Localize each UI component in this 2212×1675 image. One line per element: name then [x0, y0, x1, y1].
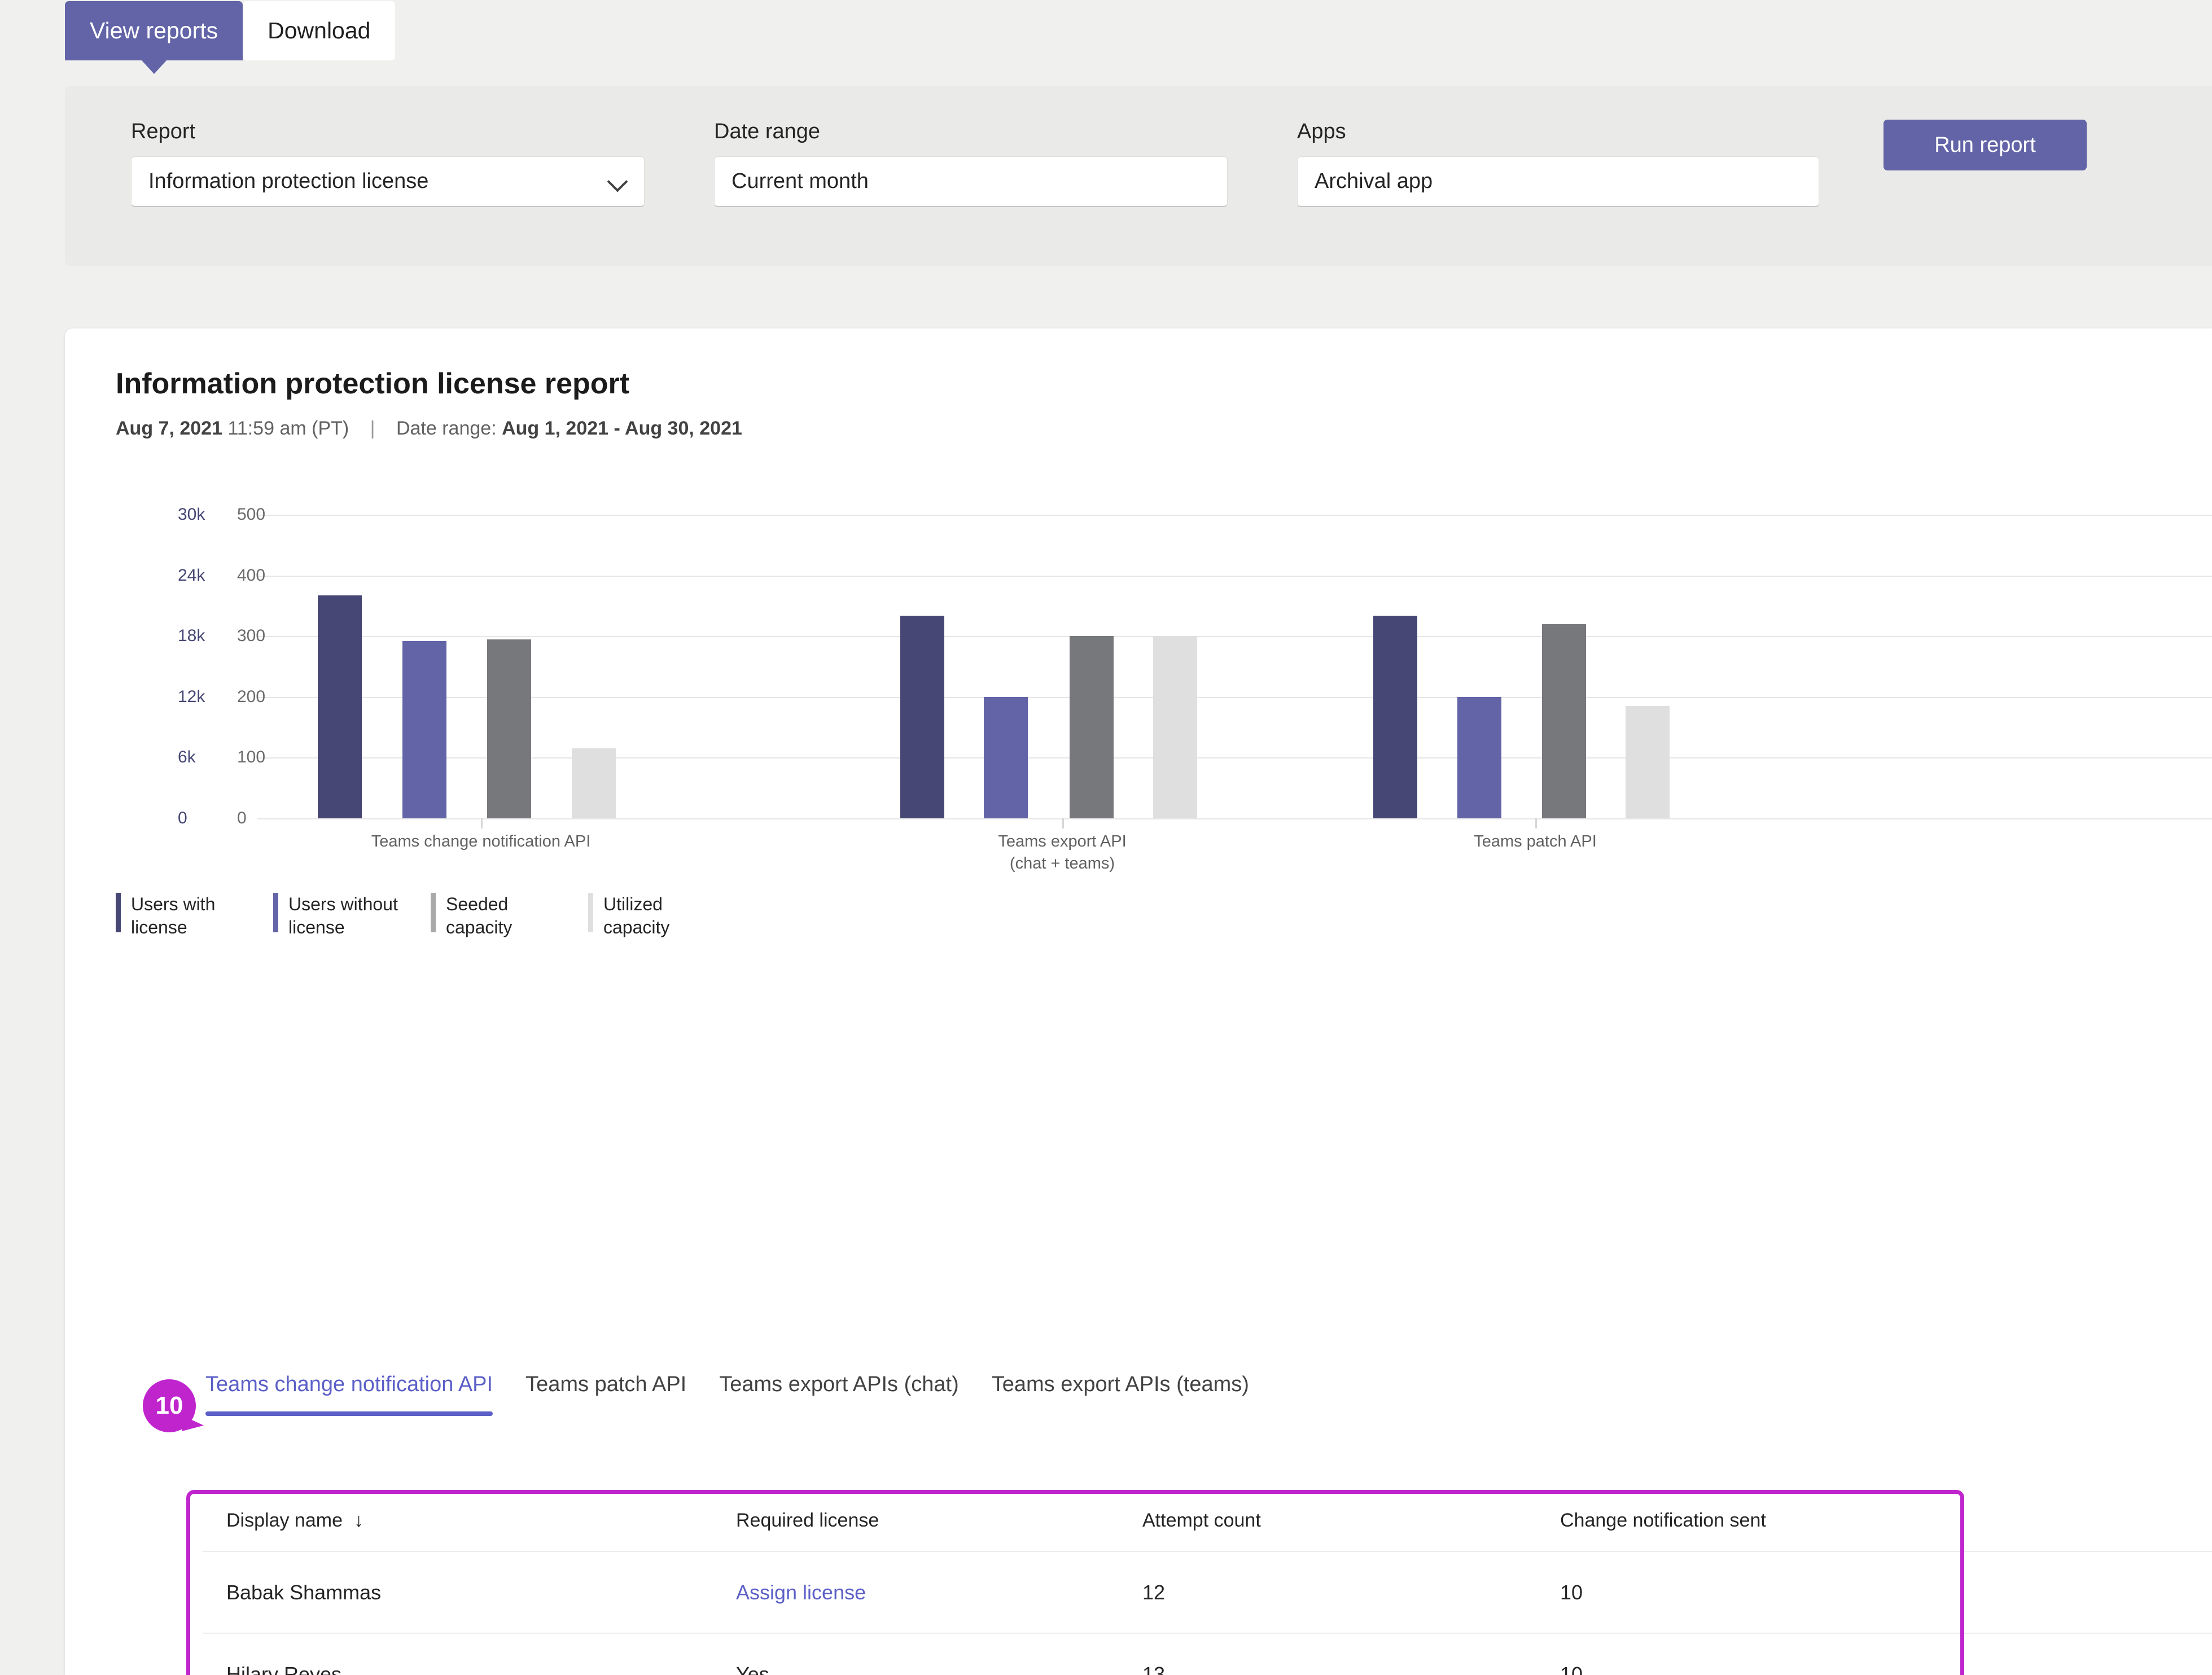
- apps-filter-label: Apps: [1297, 120, 1346, 143]
- legend-color-swatch: [116, 893, 121, 932]
- date-range-filter: Date range Current month: [714, 120, 1228, 207]
- report-date-range-value: Aug 1, 2021 - Aug 30, 2021: [502, 418, 742, 439]
- cell-change-notification-sent: 10: [1560, 1580, 1583, 1604]
- sort-ascending-icon: ↓: [353, 1509, 363, 1531]
- annotation-badge-10: 10: [143, 1379, 196, 1432]
- assign-license-link[interactable]: Assign license: [736, 1581, 866, 1604]
- chart-bar[interactable]: [572, 748, 616, 818]
- cell-required-license: Assign license: [736, 1581, 1142, 1604]
- date-range-filter-label: Date range: [714, 120, 821, 143]
- filter-bar: Report Information protection license Da…: [65, 86, 2212, 266]
- chart-bar[interactable]: [900, 616, 944, 818]
- column-header-attempt-count[interactable]: Attempt count: [1142, 1510, 1560, 1532]
- report-filter-label: Report: [131, 120, 196, 143]
- date-range-value: Current month: [732, 169, 869, 193]
- tab-download-label: Download: [268, 17, 371, 43]
- run-report-button[interactable]: Run report: [1884, 120, 2087, 170]
- chart-bar[interactable]: [1070, 636, 1114, 818]
- y-axis-left-tick: 18k: [178, 626, 205, 646]
- chart-bar[interactable]: [402, 641, 446, 818]
- table-row[interactable]: Babak Shammas Assign license 12 10: [203, 1552, 2212, 1634]
- cell-attempt-count: 13: [1142, 1662, 1166, 1675]
- page-title: Information protection license report: [116, 367, 630, 400]
- chart-bar[interactable]: [1542, 624, 1586, 818]
- license-status-value: Yes: [736, 1662, 769, 1675]
- chart-bar[interactable]: [984, 696, 1028, 818]
- report-date-range-label: Date range:: [396, 418, 497, 439]
- license-bar-chart: 0 0 6k 100 12k 200 18k 300 24k 400 30k 500 Teams ch…: [65, 505, 2212, 872]
- legend-item-label: Users with license: [131, 894, 216, 937]
- chart-bar[interactable]: [487, 639, 531, 818]
- legend-color-swatch: [273, 893, 278, 932]
- legend-color-swatch: [431, 893, 436, 932]
- y-axis-left-tick: 0: [178, 809, 187, 827]
- y-axis-left-tick: 30k: [178, 505, 205, 524]
- report-dropdown-value: Information protection license: [148, 169, 429, 193]
- cell-display-name: Babak Shammas: [226, 1580, 382, 1604]
- legend-item: Users with license: [116, 893, 247, 939]
- chevron-down-icon: [608, 172, 627, 191]
- x-axis-label: Teams change notification API: [371, 832, 591, 850]
- report-generated-date: Aug 7, 2021: [116, 418, 222, 439]
- apps-value: Archival app: [1315, 169, 1433, 193]
- chart-bar[interactable]: [318, 595, 362, 818]
- cell-display-name: Hilary Reyes: [226, 1662, 342, 1675]
- table-header-row: Display name ↓ Required license Attempt c…: [203, 1490, 2212, 1552]
- api-tab-3[interactable]: Teams export APIs (teams): [992, 1373, 1249, 1416]
- legend-item: Users without license: [273, 893, 404, 939]
- x-axis-tick-mark: [1535, 818, 1537, 828]
- column-header-required-license[interactable]: Required license: [736, 1510, 1142, 1532]
- apps-filter: Apps Archival app: [1297, 120, 1819, 207]
- apps-input[interactable]: Archival app: [1297, 156, 1819, 207]
- report-meta: Aug 7, 2021 11:59 am (PT) | Date range: …: [116, 418, 742, 440]
- cell-change-notification-sent: 10: [1560, 1662, 1583, 1675]
- column-header-change-notification-sent[interactable]: Change notification sent: [1560, 1510, 2068, 1532]
- active-tab-caret-icon: [141, 60, 167, 74]
- meta-divider: |: [370, 418, 375, 439]
- chart-bar[interactable]: [1457, 696, 1501, 818]
- y-axis-right-tick: 0: [237, 809, 247, 827]
- chart-bar[interactable]: [1626, 705, 1670, 818]
- y-axis-left-tick: 12k: [178, 687, 205, 706]
- license-table: Display name ↓ Required license Attempt c…: [203, 1490, 2212, 1675]
- x-axis-label: Teams patch API: [1474, 832, 1597, 850]
- table-row[interactable]: Hilary Reyes Yes 13 10: [203, 1634, 2212, 1675]
- legend-item: Seeded capacity: [431, 893, 562, 939]
- api-tab-2[interactable]: Teams export APIs (chat): [719, 1373, 959, 1416]
- report-card: Information protection license report Au…: [65, 328, 2212, 1675]
- x-axis-label: Teams export API (chat + teams): [998, 832, 1127, 873]
- api-tabs: Teams change notification API Teams patch…: [205, 1373, 1282, 1416]
- column-header-display-name[interactable]: Display name ↓: [203, 1510, 736, 1532]
- chart-bars: [257, 515, 2212, 818]
- y-axis-left-tick: 24k: [178, 565, 205, 585]
- report-mode-tabs: View reports Download: [65, 1, 396, 74]
- date-range-input[interactable]: Current month: [714, 156, 1228, 207]
- x-axis-tick-mark: [481, 818, 483, 828]
- y-axis-left-tick: 6k: [178, 748, 196, 767]
- legend-item: Utilized capacity: [588, 893, 719, 939]
- legend-color-swatch: [588, 893, 593, 932]
- chart-legend: Users with license Users without license S…: [116, 893, 746, 939]
- report-filter: Report Information protection license: [131, 120, 645, 207]
- tab-download[interactable]: Download: [243, 1, 396, 60]
- tab-view-reports-label: View reports: [90, 17, 218, 43]
- legend-item-label: Users without license: [288, 894, 398, 937]
- legend-item-label: Utilized capacity: [603, 894, 670, 937]
- chart-bar[interactable]: [1153, 636, 1197, 818]
- cell-required-license: Yes: [736, 1663, 1142, 1675]
- report-dropdown[interactable]: Information protection license: [131, 156, 645, 207]
- tab-view-reports[interactable]: View reports: [65, 1, 243, 74]
- chart-bar[interactable]: [1373, 616, 1417, 818]
- report-generated-time: 11:59 am (PT): [227, 418, 349, 439]
- column-header-display-name-label: Display name: [226, 1509, 343, 1531]
- cell-attempt-count: 12: [1142, 1580, 1166, 1604]
- gridline: [257, 818, 2212, 819]
- x-axis-tick-mark: [1062, 818, 1064, 828]
- api-tab-1[interactable]: Teams patch API: [525, 1373, 686, 1416]
- legend-item-label: Seeded capacity: [446, 894, 513, 937]
- api-tab-0[interactable]: Teams change notification API: [205, 1373, 493, 1416]
